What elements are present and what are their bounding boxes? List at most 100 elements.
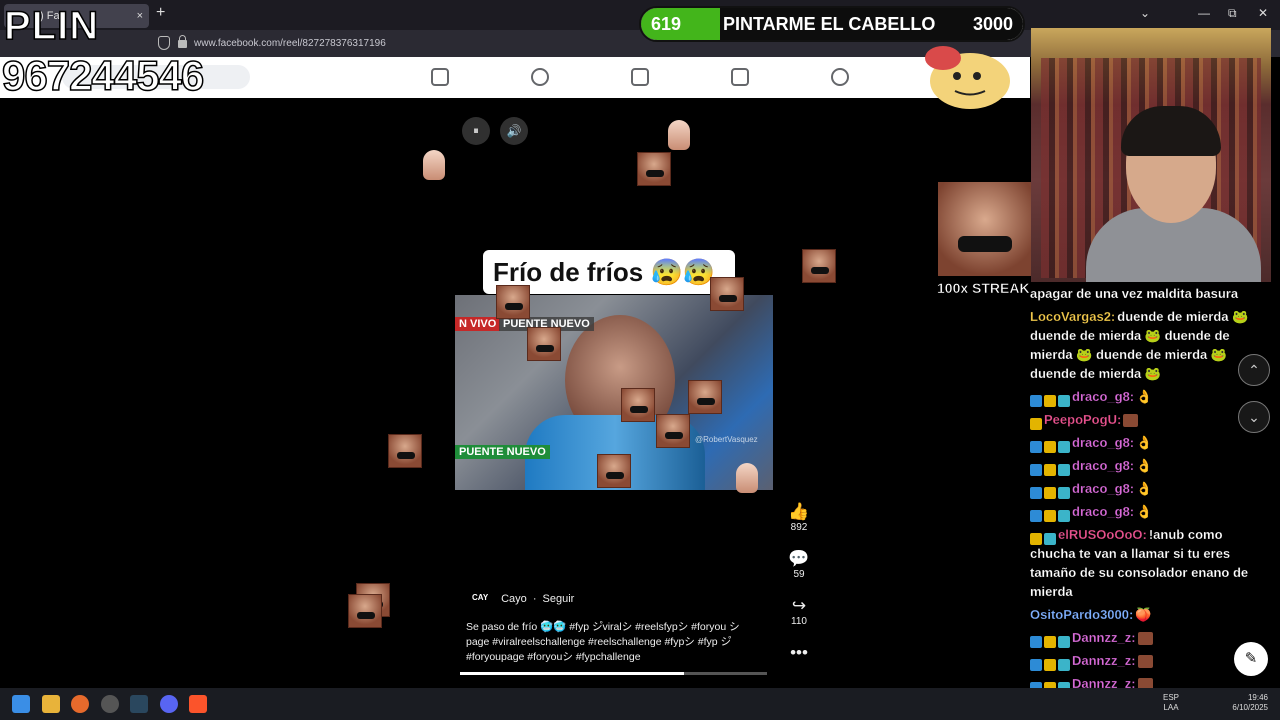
chat-message: draco_g8: 👌 xyxy=(1030,502,1266,523)
chat-message: PeepoPogU: xyxy=(1030,410,1266,431)
file-explorer-icon[interactable] xyxy=(42,695,60,713)
chat-badge-icon xyxy=(1044,659,1056,672)
compose-button[interactable]: ✎ xyxy=(1234,642,1268,676)
obs-icon[interactable] xyxy=(101,695,119,713)
chat-username[interactable]: OsitoPardo3000: xyxy=(1030,607,1133,622)
chat-emote-icon xyxy=(1137,655,1153,669)
chat-badge-icon xyxy=(1030,441,1042,454)
minimize-button[interactable]: — xyxy=(1198,6,1210,20)
close-window-button[interactable]: ✕ xyxy=(1258,6,1268,20)
steam-icon[interactable] xyxy=(130,695,148,713)
emote-overlay xyxy=(688,380,722,414)
chat-message: LocoVargas2: duende de mierda 🐸 duende de… xyxy=(1030,307,1266,383)
video-watermark: @RobertVasquez xyxy=(695,435,758,444)
more-options-button[interactable]: ••• xyxy=(784,643,814,663)
clock-time: 19:46 xyxy=(1247,693,1268,702)
video-live-label: N VIVO xyxy=(455,317,501,331)
chat-badge-icon xyxy=(1058,441,1070,454)
chat-badge-icon xyxy=(1058,659,1070,672)
window-controls: ⌄ — ⧉ ✕ xyxy=(1140,6,1280,24)
like-button[interactable]: 👍 892 xyxy=(784,502,814,533)
chat-username[interactable]: LocoVargas2: xyxy=(1030,309,1115,324)
chat-text: apagar de una vez maldita basura xyxy=(1030,286,1239,301)
chat-message: Dannzz_z: xyxy=(1030,628,1266,649)
peanut-emote xyxy=(423,150,445,180)
taskbar-clock[interactable]: 19:46 6/10/2025 xyxy=(1228,693,1268,713)
more-icon: ••• xyxy=(790,643,808,662)
chat-username[interactable]: draco_g8: xyxy=(1072,458,1134,473)
brave-icon[interactable] xyxy=(189,695,207,713)
tab-close-icon[interactable]: × xyxy=(137,4,143,28)
language-code: ESP xyxy=(1163,693,1180,702)
chat-badge-icon xyxy=(1044,533,1056,546)
reel-progress-bar[interactable] xyxy=(460,672,767,675)
chat-text: 👌 xyxy=(1136,458,1153,473)
reel-progress-fill xyxy=(460,672,685,675)
chat-username[interactable]: Dannzz_z: xyxy=(1072,653,1136,668)
chat-username[interactable]: draco_g8: xyxy=(1072,389,1134,404)
chat-message: draco_g8: 👌 xyxy=(1030,456,1266,477)
chat-username[interactable]: draco_g8: xyxy=(1072,504,1134,519)
chat-badge-icon xyxy=(1030,487,1042,500)
chat-username[interactable]: draco_g8: xyxy=(1072,481,1134,496)
firefox-icon[interactable] xyxy=(71,695,89,713)
emote-overlay xyxy=(802,249,836,283)
chat-badges xyxy=(1030,632,1072,649)
volume-button[interactable]: 🔊 xyxy=(500,117,528,145)
chat-username[interactable]: PeepoPogU: xyxy=(1044,412,1121,427)
chat-username[interactable]: Dannzz_z: xyxy=(1072,630,1136,645)
friends-icon[interactable] xyxy=(531,68,549,86)
author-name[interactable]: Cayo xyxy=(501,593,527,605)
chat-badge-icon xyxy=(1058,487,1070,500)
chat-text: 👌 xyxy=(1136,481,1153,496)
start-menu-icon[interactable] xyxy=(12,695,30,713)
home-icon[interactable] xyxy=(431,68,449,86)
emote-overlay xyxy=(710,277,744,311)
chat-text: 🍑 xyxy=(1135,607,1152,622)
clock-date: 6/10/2025 xyxy=(1232,703,1268,712)
groups-icon[interactable] xyxy=(831,68,849,86)
chat-emote-icon xyxy=(1123,414,1139,428)
chat-message: draco_g8: 👌 xyxy=(1030,387,1266,408)
shield-icon[interactable] xyxy=(158,36,170,50)
discord-icon[interactable] xyxy=(160,695,178,713)
chat-scroll-down-button[interactable]: ⌄ xyxy=(1238,401,1270,433)
chat-badges xyxy=(1030,414,1044,431)
chat-badge-icon xyxy=(1058,636,1070,649)
pause-button[interactable]: ⏸ xyxy=(462,117,490,145)
restore-button[interactable]: ⧉ xyxy=(1228,6,1237,21)
emote-overlay xyxy=(496,285,530,319)
like-count: 892 xyxy=(790,522,808,533)
language-indicator[interactable]: ESP LAA xyxy=(1163,693,1179,713)
chat-message: draco_g8: 👌 xyxy=(1030,433,1266,454)
lock-icon[interactable] xyxy=(178,35,187,48)
chat-badges xyxy=(1030,655,1072,672)
peanut-emote xyxy=(736,463,758,493)
chat-badge-icon xyxy=(1044,395,1056,408)
video-location-label-bottom: PUENTE NUEVO xyxy=(455,445,550,459)
comment-count: 59 xyxy=(793,569,805,580)
marketplace-icon[interactable] xyxy=(731,68,749,86)
url-text[interactable]: www.facebook.com/reel/827278376317196 xyxy=(194,38,386,49)
chat-scroll-up-button[interactable]: ⌃ xyxy=(1238,354,1270,386)
chat-badge-icon xyxy=(1030,418,1042,431)
comment-icon: 💬 xyxy=(788,549,810,568)
tab-list-icon[interactable]: ⌄ xyxy=(1140,6,1150,20)
emote-overlay xyxy=(527,327,561,361)
chat-badges xyxy=(1030,460,1072,477)
chat-username[interactable]: elRUSOoOoO: xyxy=(1058,527,1147,542)
chat-message: draco_g8: 👌 xyxy=(1030,479,1266,500)
chat-badge-icon xyxy=(1044,464,1056,477)
share-button[interactable]: ↪ 110 xyxy=(784,596,814,627)
author-avatar[interactable]: CAY xyxy=(472,593,490,605)
goal-current-value: 619 xyxy=(651,14,682,34)
comment-button[interactable]: 💬 59 xyxy=(784,549,814,580)
follow-button[interactable]: Seguir xyxy=(543,593,575,605)
chat-badge-icon xyxy=(1044,510,1056,523)
emote-overlay xyxy=(348,594,382,628)
reels-icon[interactable] xyxy=(631,68,649,86)
chat-badge-icon xyxy=(1030,464,1042,477)
chat-username[interactable]: draco_g8: xyxy=(1072,435,1134,450)
emote-overlay xyxy=(637,152,671,186)
new-tab-button[interactable]: + xyxy=(156,4,165,22)
